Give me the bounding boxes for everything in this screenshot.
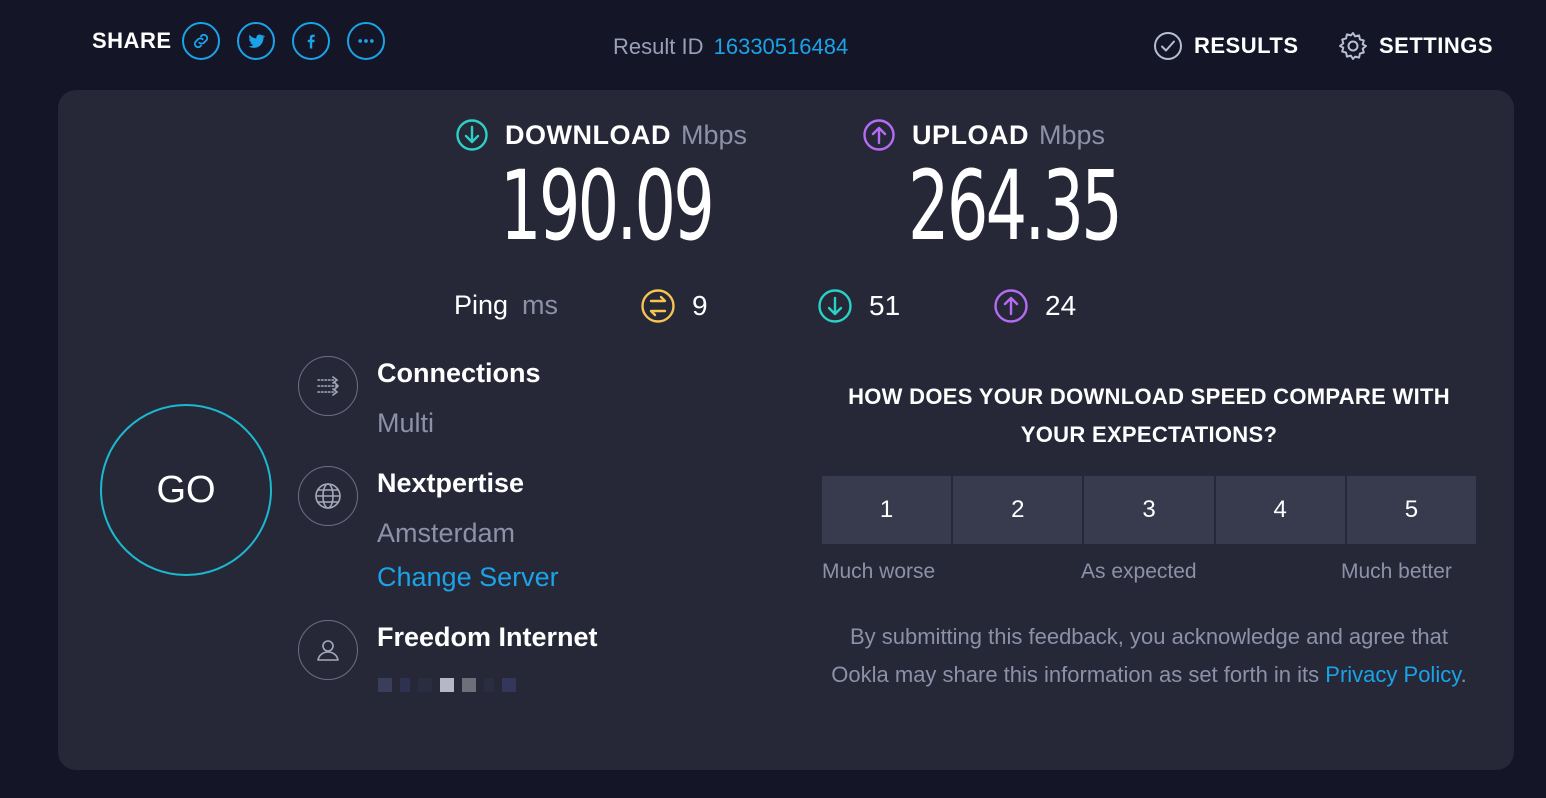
upload-heading: UPLOAD Mbps	[862, 118, 1105, 152]
upload-arrow-icon	[863, 119, 895, 151]
scale-label-high: Much better	[1341, 560, 1452, 583]
download-label: DOWNLOAD	[505, 119, 671, 150]
link-icon	[193, 33, 208, 49]
upload-latency-value: 24	[1045, 290, 1077, 321]
upload-speed-value: 264.35	[908, 150, 1123, 262]
server-location: Amsterdam	[377, 518, 516, 548]
result-id-link[interactable]: 16330516484	[714, 34, 849, 59]
settings-label: SETTINGS	[1379, 33, 1494, 58]
disclaimer-end: .	[1460, 662, 1467, 687]
result-id-label: Result ID	[613, 34, 704, 59]
change-server-link[interactable]: Change Server	[377, 562, 559, 593]
rating-button-5[interactable]: 5	[1346, 476, 1477, 544]
share-label: SHARE	[92, 28, 172, 53]
connections-value[interactable]: Multi	[377, 408, 434, 439]
check-circle-icon	[1154, 32, 1182, 60]
idle-latency[interactable]: 9	[640, 288, 708, 324]
result-id: Result ID 16330516484	[613, 34, 848, 60]
server-name: Nextpertise	[377, 468, 525, 498]
idle-latency-icon	[641, 289, 675, 323]
results-button[interactable]: RESULTS	[1152, 30, 1299, 62]
upload-label: UPLOAD	[912, 119, 1029, 150]
twitter-share-button[interactable]	[236, 22, 275, 60]
privacy-policy-link[interactable]: Privacy Policy	[1325, 662, 1460, 687]
rating-scale: 1 2 3 4 5	[822, 476, 1477, 544]
isp-icon-wrap	[298, 620, 358, 680]
ping-label: Ping	[454, 290, 509, 320]
gear-icon	[1339, 32, 1367, 60]
scale-label-mid: As expected	[1081, 560, 1197, 583]
download-unit: Mbps	[680, 119, 748, 150]
download-arrow-icon	[456, 119, 488, 151]
download-latency[interactable]: 51	[817, 288, 900, 324]
upload-latency[interactable]: 24	[993, 288, 1076, 324]
connections-icon	[317, 376, 340, 396]
more-icon	[357, 39, 374, 43]
globe-icon	[315, 483, 341, 509]
go-button[interactable]: GO	[100, 404, 272, 576]
download-latency-icon	[818, 289, 852, 323]
facebook-share-button[interactable]	[291, 22, 330, 60]
facebook-icon	[307, 34, 315, 49]
rating-button-4[interactable]: 4	[1215, 476, 1345, 544]
isp-name: Freedom Internet	[377, 622, 598, 652]
feedback-question: HOW DOES YOUR DOWNLOAD SPEED COMPARE WIT…	[848, 384, 1450, 447]
share-group: SHARE	[92, 22, 402, 60]
download-heading: DOWNLOAD Mbps	[455, 118, 747, 152]
user-icon	[317, 640, 339, 661]
scale-label-low: Much worse	[822, 560, 936, 583]
more-share-button[interactable]	[346, 22, 385, 60]
upload-latency-icon	[994, 289, 1028, 323]
ping-heading: Ping ms	[454, 290, 558, 321]
connections-icon-wrap[interactable]	[298, 356, 358, 416]
idle-latency-value: 9	[692, 290, 708, 321]
results-label: RESULTS	[1194, 33, 1299, 58]
link-share-button[interactable]	[181, 22, 220, 60]
twitter-icon	[248, 34, 265, 48]
feedback-disclaimer: By submitting this feedback, you acknowl…	[822, 618, 1476, 694]
download-speed-value: 190.09	[500, 150, 715, 262]
rating-button-2[interactable]: 2	[953, 476, 1083, 544]
top-bar: SHARE Result ID 16330516484 RESULTS SETT…	[0, 0, 1546, 90]
download-latency-value: 51	[869, 290, 901, 321]
rating-button-1[interactable]: 1	[822, 476, 952, 544]
ip-address-redacted	[378, 678, 524, 692]
settings-button[interactable]: SETTINGS	[1337, 30, 1493, 62]
upload-unit: Mbps	[1039, 119, 1106, 150]
rating-button-3[interactable]: 3	[1084, 476, 1214, 544]
server-icon-wrap	[298, 466, 358, 526]
ping-unit: ms	[522, 290, 559, 320]
connections-title: Connections	[377, 358, 541, 388]
